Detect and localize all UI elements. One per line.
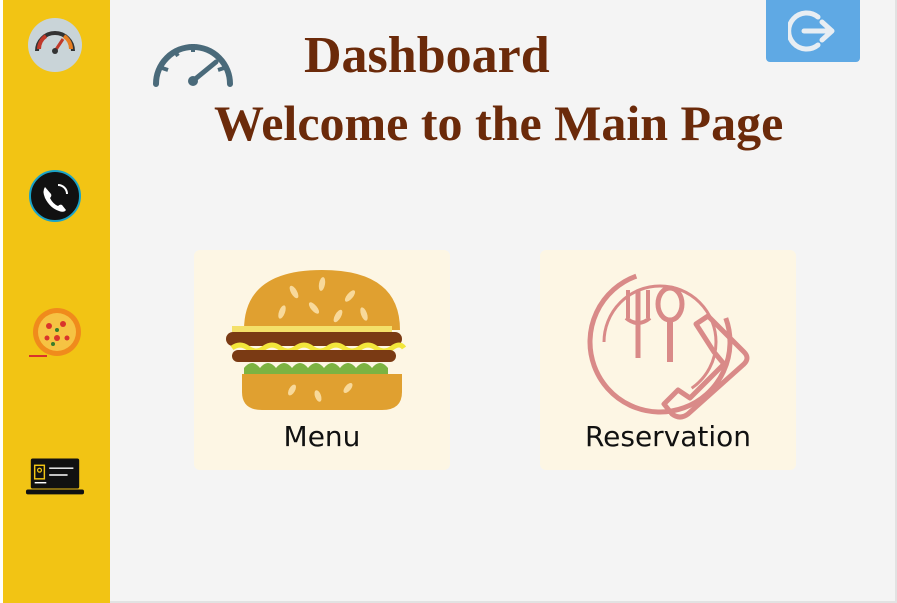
- sidebar-item-reservation[interactable]: [25, 444, 85, 504]
- menu-card[interactable]: Menu: [194, 250, 450, 470]
- sidebar: [0, 0, 110, 603]
- sidebar-item-menu[interactable]: [25, 300, 85, 360]
- burger-icon: [226, 270, 407, 410]
- sidebar-item-dashboard[interactable]: [25, 15, 85, 75]
- logout-icon: [788, 10, 835, 52]
- page-title: Dashboard: [304, 27, 550, 84]
- phone-icon: [29, 170, 81, 222]
- speedometer-icon: [153, 44, 233, 87]
- laptop-icon: [25, 458, 85, 495]
- dining-phone-icon: [587, 269, 750, 420]
- speedometer-icon: [28, 18, 82, 72]
- page-subtitle: Welcome to the Main Page: [214, 95, 784, 151]
- reservation-card[interactable]: Reservation: [540, 250, 796, 470]
- pizza-icon: [29, 308, 81, 357]
- menu-card-label: Menu: [283, 420, 361, 453]
- reservation-card-label: Reservation: [584, 420, 752, 453]
- sidebar-item-contact[interactable]: [25, 166, 85, 226]
- logout-button[interactable]: [766, 0, 860, 62]
- sidebar-divider: [0, 0, 3, 603]
